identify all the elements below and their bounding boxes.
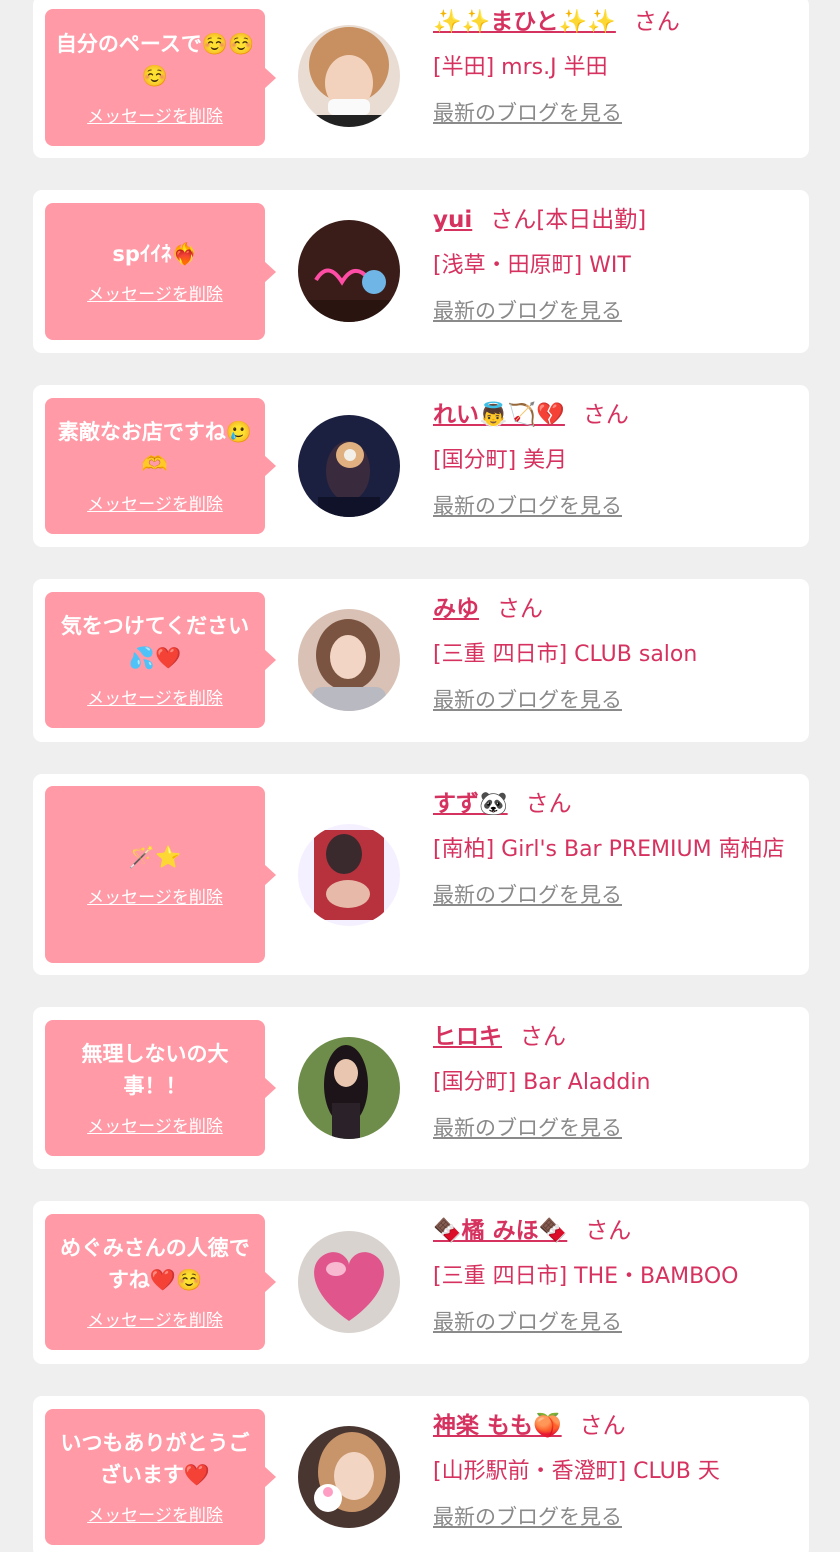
latest-blog-link[interactable]: 最新のブログを見る [433, 1307, 622, 1337]
honorific: さん [585, 1218, 632, 1244]
message-text: めぐみさんの人徳ですね❤️☺️ [60, 1236, 250, 1292]
user-info: yui さん[本日出勤] [浅草・田原町] WIT 最新のブログを見る [433, 203, 795, 326]
avatar[interactable] [298, 609, 400, 711]
user-name-link[interactable]: みゆ [433, 596, 479, 622]
message-text: spｲｲﾈ❤️‍🔥 [112, 241, 198, 266]
latest-blog-link[interactable]: 最新のブログを見る [433, 685, 622, 715]
avatar-photo [298, 824, 400, 926]
message-card: 素敵なお店ですね🥲🫶 メッセージを削除 れい👼🏹💔 さん [国分町] 美月 最新の… [33, 385, 809, 547]
message-card: spｲｲﾈ❤️‍🔥 メッセージを削除 yui さん[本日出勤] [浅草・田原町] … [33, 190, 809, 353]
avatar[interactable] [298, 1426, 400, 1528]
name-line: yui さん[本日出勤] [433, 203, 795, 237]
latest-blog-link[interactable]: 最新のブログを見る [433, 1113, 622, 1143]
user-info: みゆ さん [三重 四日市] CLUB salon 最新のブログを見る [433, 592, 795, 715]
delete-message-link[interactable]: メッセージを削除 [87, 688, 223, 710]
message-card: 自分のペースで☺️☺️☺️ メッセージを削除 ✨✨まひと✨✨ さん [半田] mr… [33, 0, 809, 158]
avatar-photo [298, 609, 400, 711]
name-line: 神楽 もも🍑 さん [433, 1409, 795, 1443]
user-name-link[interactable]: ヒロキ [433, 1024, 502, 1050]
avatar-photo [298, 220, 400, 322]
shop-name: [三重 四日市] CLUB salon [433, 642, 698, 667]
user-name-link[interactable]: すず🐼 [433, 791, 508, 817]
delete-message-link[interactable]: メッセージを削除 [87, 494, 223, 516]
message-list: 自分のペースで☺️☺️☺️ メッセージを削除 ✨✨まひと✨✨ さん [半田] mr… [0, 0, 840, 1552]
message-text: 自分のペースで☺️☺️☺️ [55, 31, 255, 88]
honorific: さん [582, 402, 629, 428]
shop-name: [国分町] 美月 [433, 448, 568, 473]
latest-blog-link[interactable]: 最新のブログを見る [433, 880, 622, 910]
message-bubble: 気をつけてください💦❤️ メッセージを削除 [45, 592, 276, 728]
avatar-photo [298, 415, 400, 517]
latest-blog-link[interactable]: 最新のブログを見る [433, 1502, 622, 1532]
shop-name: [国分町] Bar Aladdin [433, 1070, 651, 1095]
message-bubble: めぐみさんの人徳ですね❤️☺️ メッセージを削除 [45, 1214, 276, 1350]
delete-message-link[interactable]: メッセージを削除 [87, 1116, 223, 1138]
message-bubble: 無理しないの大事！！ メッセージを削除 [45, 1020, 276, 1156]
delete-message-link[interactable]: メッセージを削除 [87, 284, 223, 306]
name-line: みゆ さん [433, 592, 795, 626]
message-text: 無理しないの大事！！ [81, 1042, 229, 1098]
name-line: すず🐼 さん [433, 787, 795, 821]
avatar-photo [298, 25, 400, 127]
message-card: 気をつけてください💦❤️ メッセージを削除 みゆ さん [三重 四日市] CLUB… [33, 579, 809, 742]
name-line: ヒロキ さん [433, 1020, 795, 1054]
message-bubble: 自分のペースで☺️☺️☺️ メッセージを削除 [45, 9, 276, 146]
user-name-link[interactable]: 🍫橘 みほ🍫 [433, 1218, 567, 1244]
latest-blog-link[interactable]: 最新のブログを見る [433, 296, 622, 326]
delete-message-link[interactable]: メッセージを削除 [87, 1505, 223, 1527]
delete-message-link[interactable]: メッセージを削除 [87, 1310, 223, 1332]
user-info: 神楽 もも🍑 さん [山形駅前・香澄町] CLUB 天 最新のブログを見る [433, 1409, 795, 1532]
avatar[interactable] [298, 1231, 400, 1333]
avatar-photo [298, 1231, 400, 1333]
avatar-photo [298, 1426, 400, 1528]
message-card: いつもありがとうございます❤️ メッセージを削除 神楽 もも🍑 さん [山形駅前・… [33, 1396, 809, 1552]
shop-name: [三重 四日市] THE・BAMBOO [433, 1264, 739, 1289]
user-info: 🍫橘 みほ🍫 さん [三重 四日市] THE・BAMBOO 最新のブログを見る [433, 1214, 795, 1337]
latest-blog-link[interactable]: 最新のブログを見る [433, 98, 622, 128]
delete-message-link[interactable]: メッセージを削除 [87, 887, 223, 909]
user-info: れい👼🏹💔 さん [国分町] 美月 最新のブログを見る [433, 398, 795, 521]
shop-name: [浅草・田原町] WIT [433, 253, 631, 278]
avatar[interactable] [298, 25, 400, 127]
message-text: いつもありがとうございます❤️ [60, 1431, 250, 1487]
name-line: 🍫橘 みほ🍫 さん [433, 1214, 795, 1248]
shop-name: [山形駅前・香澄町] CLUB 天 [433, 1459, 720, 1484]
user-info: すず🐼 さん [南柏] Girl's Bar PREMIUM 南柏店 最新のブログ… [433, 787, 795, 910]
message-bubble: いつもありがとうございます❤️ メッセージを削除 [45, 1409, 276, 1545]
name-line: ✨✨まひと✨✨ さん [433, 5, 795, 39]
avatar[interactable] [298, 1037, 400, 1139]
shop-name: [半田] mrs.J 半田 [433, 55, 608, 80]
user-name-link[interactable]: ✨✨まひと✨✨ [433, 9, 616, 35]
message-bubble: 🪄⭐ メッセージを削除 [45, 786, 276, 963]
message-card: 🪄⭐ メッセージを削除 すず🐼 さん [南柏] Girl's Bar PREMIU… [33, 774, 809, 975]
shop-name: [南柏] Girl's Bar PREMIUM 南柏店 [433, 837, 785, 862]
avatar-photo [298, 1037, 400, 1139]
message-text: 🪄⭐ [128, 844, 182, 869]
honorific: さん [520, 1024, 566, 1050]
avatar[interactable] [298, 220, 400, 322]
honorific: さん [525, 791, 572, 817]
honorific: さん [633, 9, 680, 35]
user-name-link[interactable]: yui [433, 207, 472, 233]
latest-blog-link[interactable]: 最新のブログを見る [433, 491, 622, 521]
honorific: さん[本日出勤] [490, 207, 647, 233]
avatar[interactable] [298, 415, 400, 517]
message-bubble: 素敵なお店ですね🥲🫶 メッセージを削除 [45, 398, 276, 534]
message-text: 気をつけてください💦❤️ [60, 614, 250, 670]
user-name-link[interactable]: 神楽 もも🍑 [433, 1413, 562, 1439]
honorific: さん [497, 596, 543, 622]
avatar[interactable] [298, 824, 400, 926]
message-card: 無理しないの大事！！ メッセージを削除 ヒロキ さん [国分町] Bar Alad… [33, 1007, 809, 1169]
honorific: さん [579, 1413, 626, 1439]
user-info: ヒロキ さん [国分町] Bar Aladdin 最新のブログを見る [433, 1020, 795, 1143]
name-line: れい👼🏹💔 さん [433, 398, 795, 432]
message-card: めぐみさんの人徳ですね❤️☺️ メッセージを削除 🍫橘 みほ🍫 さん [三重 四日… [33, 1201, 809, 1364]
message-bubble: spｲｲﾈ❤️‍🔥 メッセージを削除 [45, 203, 276, 340]
message-text: 素敵なお店ですね🥲🫶 [57, 420, 253, 476]
user-info: ✨✨まひと✨✨ さん [半田] mrs.J 半田 最新のブログを見る [433, 5, 795, 128]
delete-message-link[interactable]: メッセージを削除 [87, 106, 223, 128]
user-name-link[interactable]: れい👼🏹💔 [433, 402, 565, 428]
